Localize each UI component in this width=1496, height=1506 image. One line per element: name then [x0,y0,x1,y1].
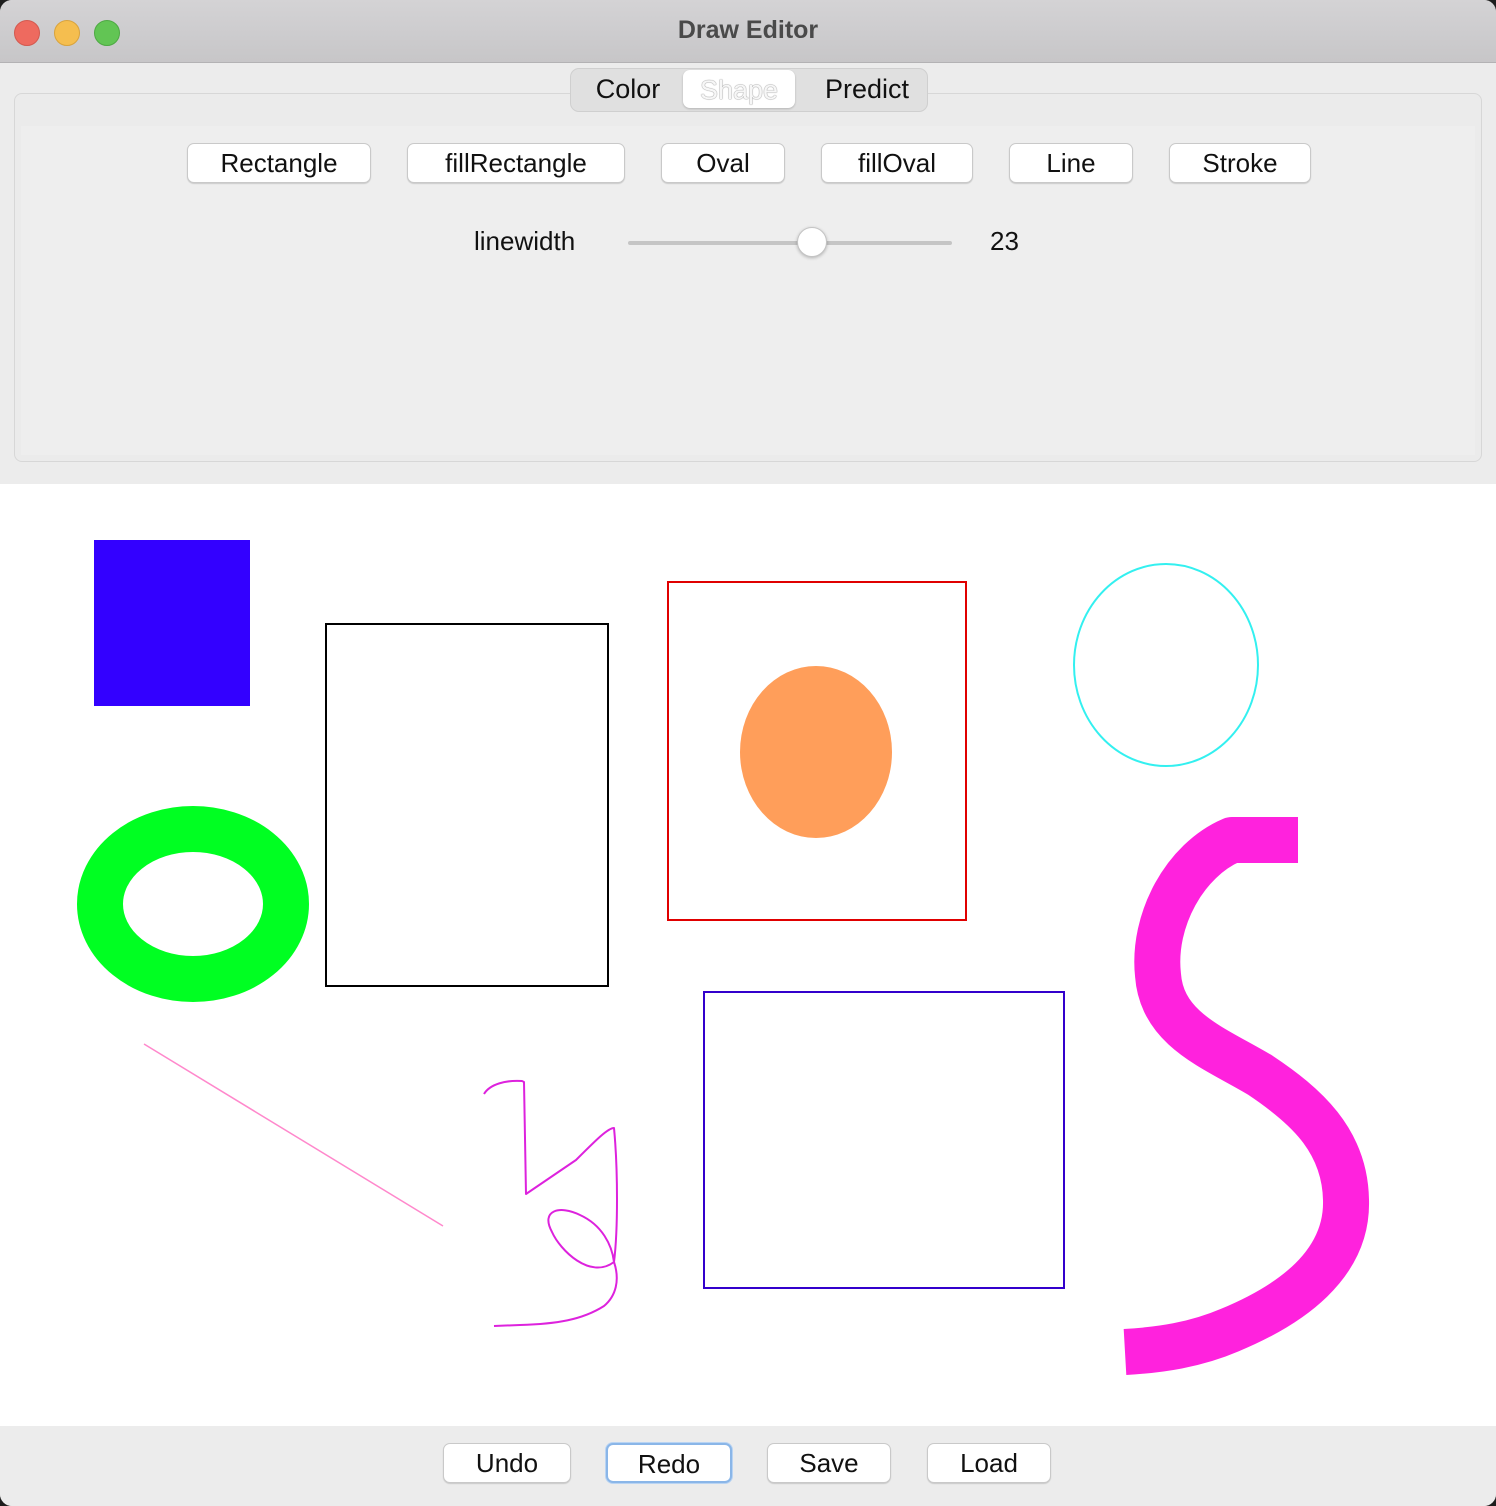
tab-predict[interactable]: Predict [807,69,927,111]
bottom-toolbar [0,1426,1496,1506]
rectangle-button[interactable]: Rectangle [187,143,371,183]
title-bar: Draw Editor [0,0,1496,63]
draw-editor-window: Draw Editor Color Shape Predict Rectangl… [0,0,1496,1506]
cyan-oval-outline [1073,563,1259,767]
magenta-scribble [483,1079,618,1327]
filled-blue-rectangle [94,540,250,706]
tab-shape[interactable]: Shape [683,70,795,108]
linewidth-value: 23 [990,226,1019,256]
load-button[interactable]: Load [927,1443,1051,1483]
window-title: Draw Editor [677,16,819,44]
linewidth-slider-track[interactable] [628,241,952,245]
pink-line [143,1043,444,1227]
undo-button[interactable]: Undo [443,1443,571,1483]
fill-oval-button[interactable]: fillOval [821,143,973,183]
canvas-drawing [77,540,1369,1375]
save-button[interactable]: Save [767,1443,891,1483]
purple-rectangle-outline [703,991,1065,1289]
linewidth-label: linewidth [474,226,576,256]
oval-button[interactable]: Oval [661,143,785,183]
stroke-button[interactable]: Stroke [1169,143,1311,183]
line-button[interactable]: Line [1009,143,1133,183]
linewidth-slider-thumb[interactable] [797,227,827,257]
magenta-thick-stroke [1123,817,1369,1375]
drawing-canvas[interactable] [0,484,1496,1426]
fill-rectangle-button[interactable]: fillRectangle [407,143,625,183]
green-thick-ring [77,806,309,1002]
tab-bar: Color Shape Predict [570,68,928,112]
tab-color[interactable]: Color [577,69,679,111]
orange-filled-oval [740,666,892,838]
redo-button[interactable]: Redo [606,1443,732,1483]
black-rectangle-outline [325,623,609,987]
